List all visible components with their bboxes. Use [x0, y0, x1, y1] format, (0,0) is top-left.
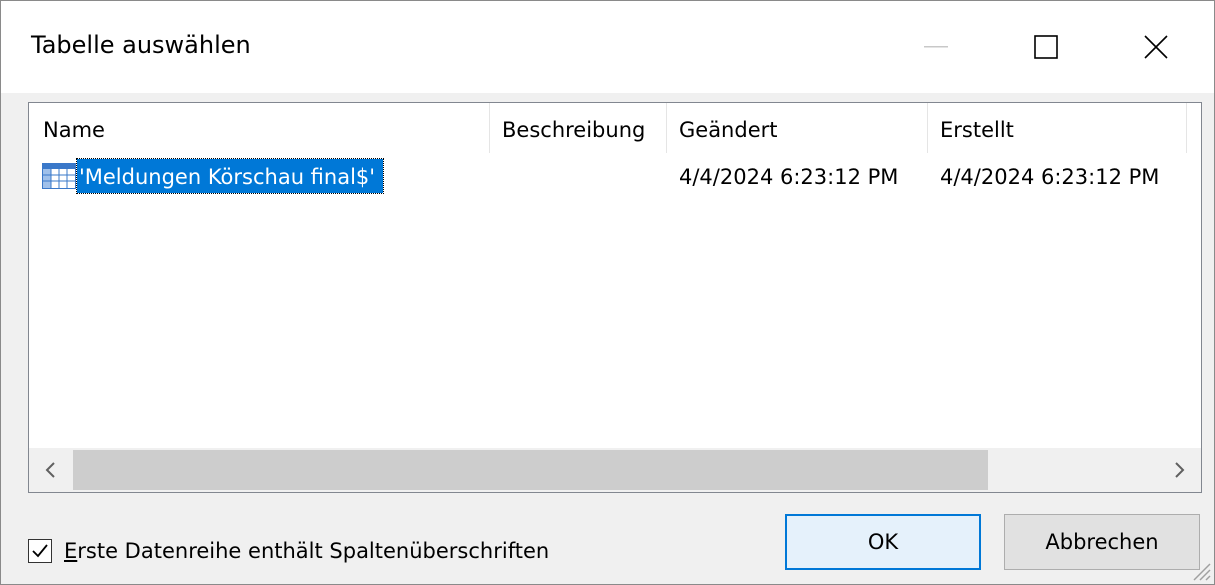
chevron-left-icon	[45, 462, 55, 478]
resize-grip-icon[interactable]	[1190, 560, 1212, 582]
first-row-headers-label-text: rste Datenreihe enthält Spaltenüberschri…	[77, 539, 550, 563]
first-row-headers-label: Erste Datenreihe enthält Spaltenüberschr…	[64, 539, 549, 563]
column-divider[interactable]	[666, 103, 667, 153]
ok-button[interactable]: OK	[785, 514, 981, 570]
column-header-description[interactable]: Beschreibung	[502, 103, 645, 153]
cancel-button[interactable]: Abbrechen	[1004, 514, 1200, 570]
close-button[interactable]	[1111, 1, 1201, 93]
scroll-right-button[interactable]	[1157, 448, 1201, 492]
scroll-left-button[interactable]	[29, 448, 73, 492]
column-divider[interactable]	[927, 103, 928, 153]
accelerator-key: E	[64, 539, 78, 563]
minimize-icon	[924, 46, 948, 48]
column-header-name[interactable]: Name	[43, 103, 105, 153]
scroll-thumb[interactable]	[73, 450, 988, 490]
row-modified: 4/4/2024 6:23:12 PM	[679, 165, 899, 189]
table-list[interactable]: Name Beschreibung Geändert Erstellt 'Mel…	[28, 102, 1202, 493]
column-divider[interactable]	[1186, 103, 1187, 153]
maximize-button[interactable]	[1001, 1, 1091, 93]
list-header: Name Beschreibung Geändert Erstellt	[29, 103, 1201, 153]
horizontal-scrollbar[interactable]	[29, 448, 1201, 492]
column-header-modified[interactable]: Geändert	[679, 103, 778, 153]
dialog-title: Tabelle auswählen	[31, 31, 251, 59]
column-divider[interactable]	[489, 103, 490, 153]
chevron-right-icon	[1175, 462, 1185, 478]
close-icon	[1144, 35, 1168, 59]
select-table-dialog: Tabelle auswählen Name Beschreibung Geän…	[0, 0, 1215, 585]
minimize-button	[891, 1, 981, 93]
maximize-icon	[1034, 35, 1058, 59]
first-row-headers-checkbox[interactable]	[28, 539, 52, 563]
column-header-created[interactable]: Erstellt	[940, 103, 1014, 153]
row-created: 4/4/2024 6:23:12 PM	[940, 165, 1160, 189]
check-icon	[32, 544, 48, 558]
table-icon	[42, 163, 76, 189]
first-row-headers-option[interactable]: Erste Datenreihe enthält Spaltenüberschr…	[28, 533, 549, 569]
title-bar: Tabelle auswählen	[1, 1, 1214, 93]
table-row[interactable]: 'Meldungen Körschau final$' 4/4/2024 6:2…	[29, 155, 1201, 195]
row-name[interactable]: 'Meldungen Körschau final$'	[75, 158, 385, 194]
